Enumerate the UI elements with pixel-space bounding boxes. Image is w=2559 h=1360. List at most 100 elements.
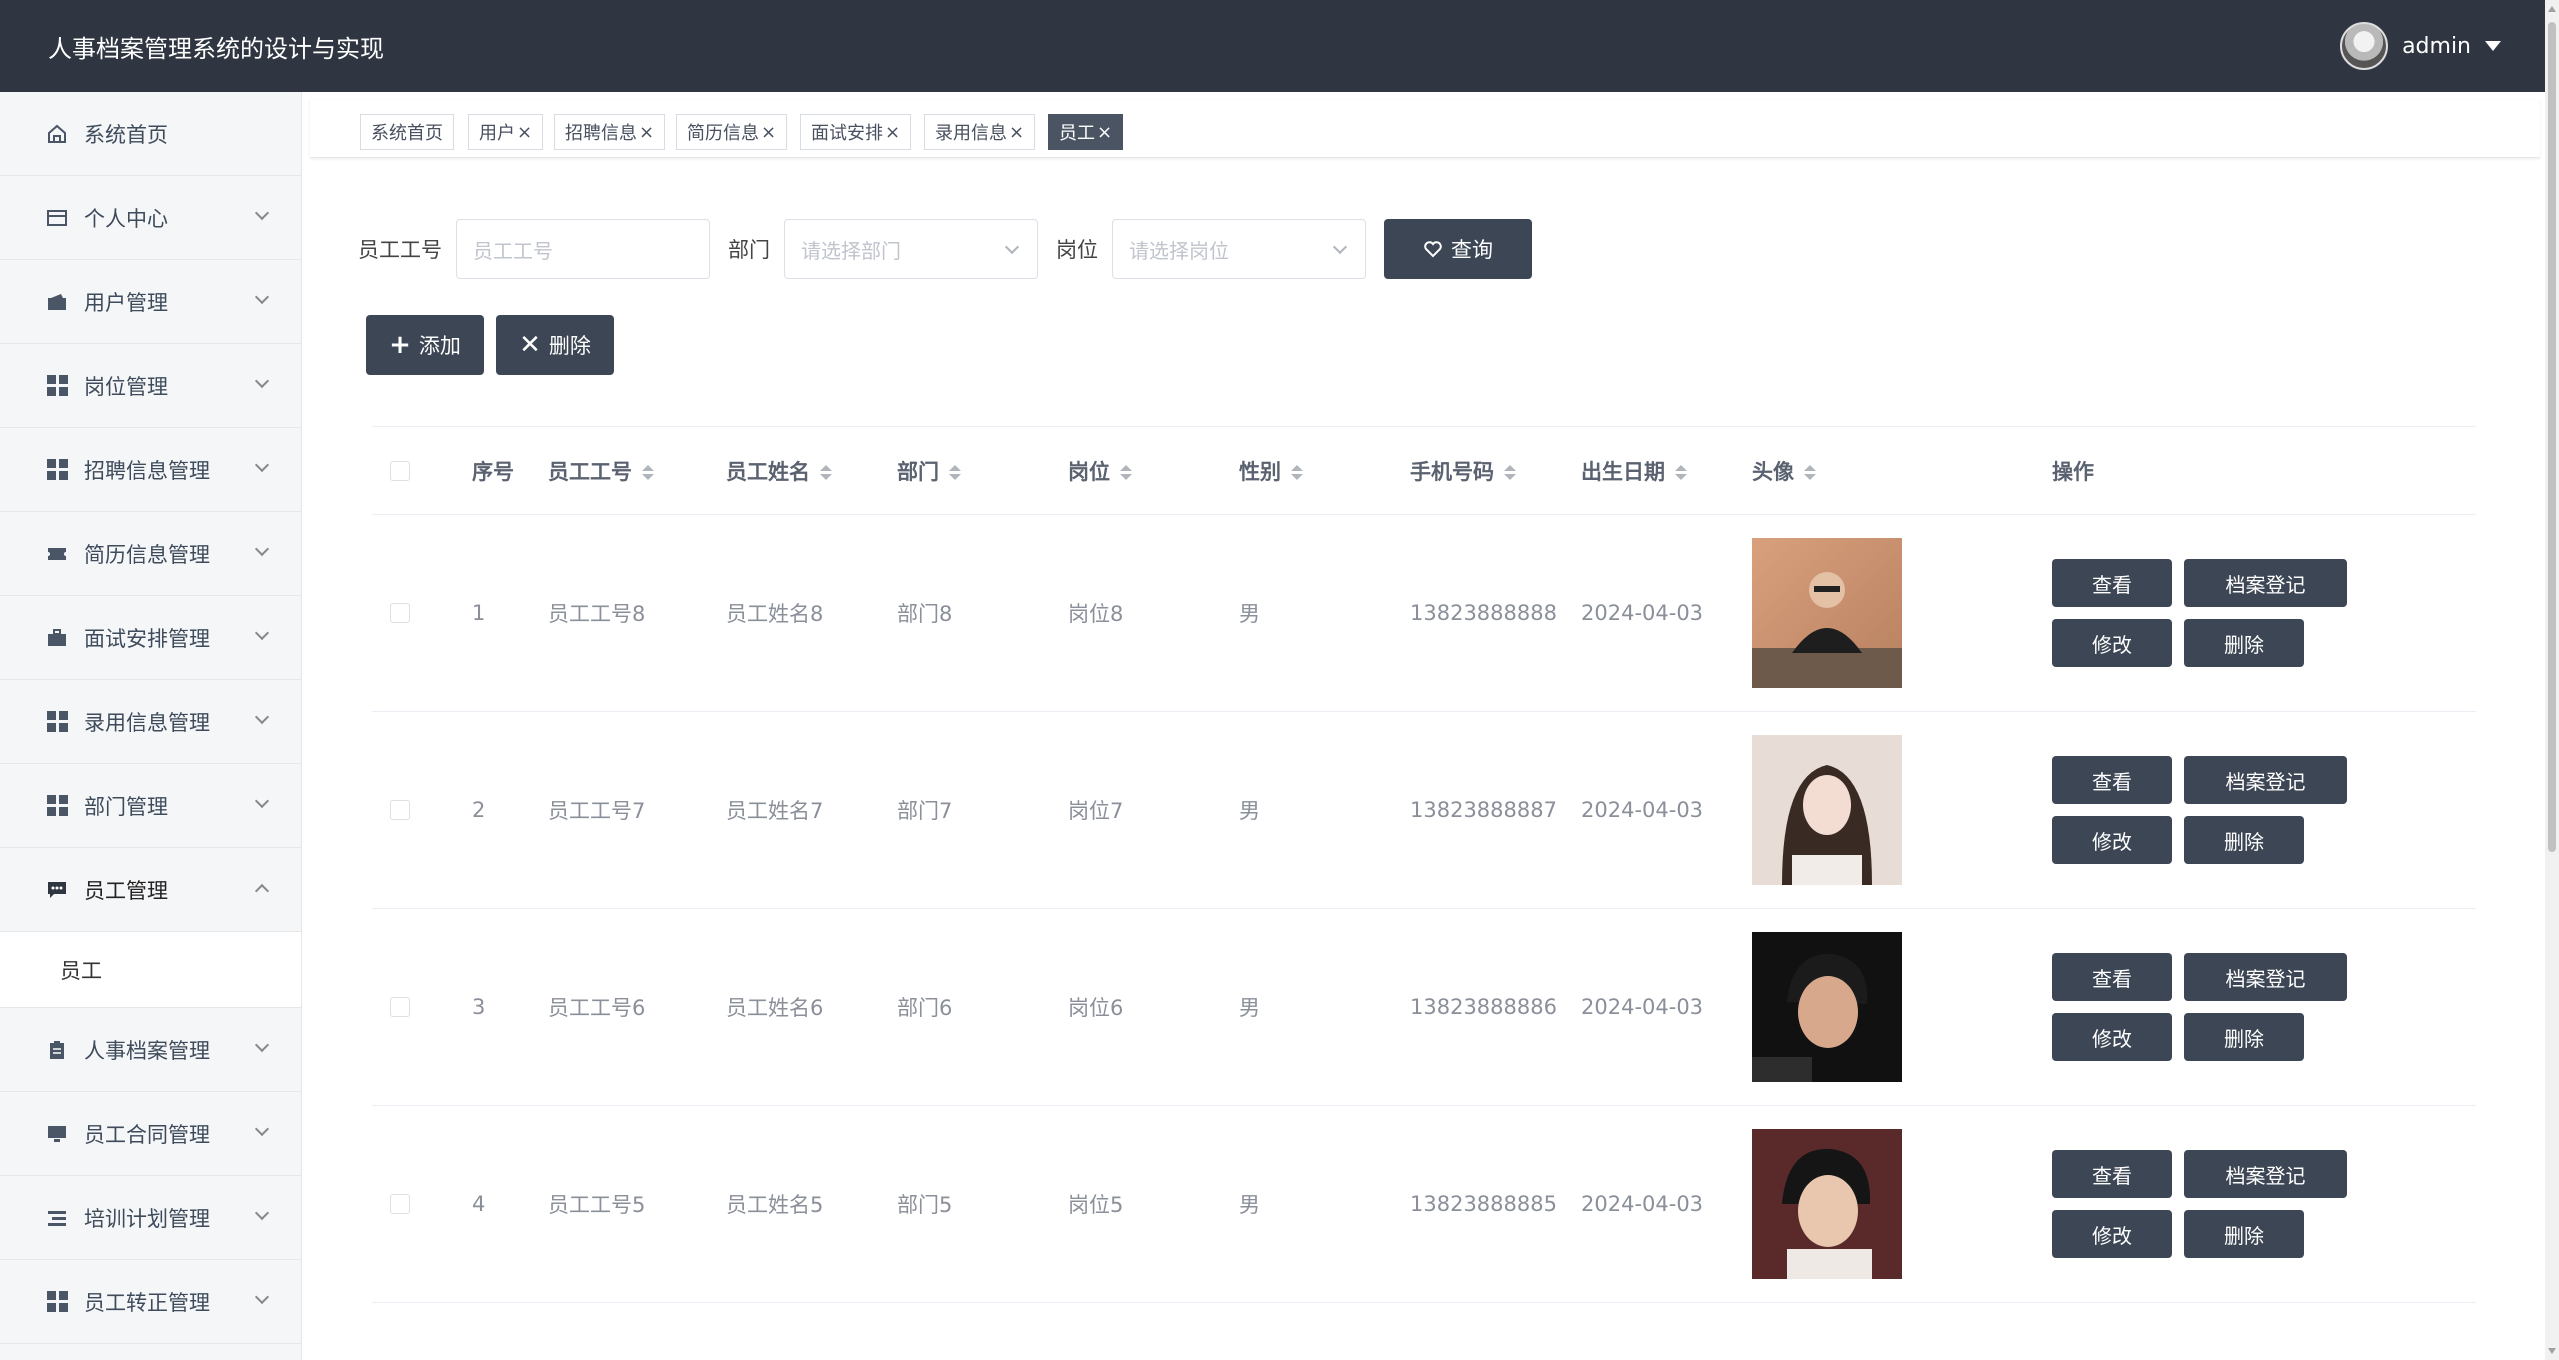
col-img[interactable]: 头像 [1752, 456, 2052, 486]
sidebar-item-departments[interactable]: 部门管理 [0, 764, 301, 848]
sidebar-subitem-employee[interactable]: 员工 [0, 932, 301, 1008]
col-name[interactable]: 员工姓名 [726, 456, 897, 486]
table-row: 3 员工工号6 员工姓名6 部门6 岗位6 男 13823888886 2024… [372, 909, 2476, 1106]
sidebar: 系统首页 个人中心 用户管理 岗位管理 招聘信息管理 简历信息管理 面试安排管理… [0, 92, 302, 1360]
user-avatar[interactable] [2340, 22, 2389, 70]
sidebar-item-resume[interactable]: 简历信息管理 [0, 512, 301, 596]
tab-hiring[interactable]: 录用信息 × [924, 114, 1036, 150]
close-icon[interactable]: × [517, 122, 532, 143]
archive-button[interactable]: 档案登记 [2184, 756, 2347, 804]
archive-button[interactable]: 档案登记 [2184, 559, 2347, 607]
dept-label: 部门 [728, 238, 770, 262]
delete-button[interactable]: 删除 [2184, 1210, 2304, 1258]
sort-icon[interactable] [642, 465, 654, 480]
scroll-down-arrow[interactable] [2548, 1348, 2556, 1354]
user-menu[interactable]: admin [2340, 22, 2501, 70]
sidebar-item-posts[interactable]: 岗位管理 [0, 344, 301, 428]
cell-name: 员工姓名6 [726, 996, 824, 1020]
col-no[interactable]: 员工工号 [548, 456, 726, 486]
row-checkbox[interactable] [390, 800, 410, 820]
delete-button[interactable]: 删除 [2184, 619, 2304, 667]
sidebar-item-users[interactable]: 用户管理 [0, 260, 301, 344]
delete-button[interactable]: 删除 [2184, 1013, 2304, 1061]
chevron-down-icon [254, 457, 270, 473]
sidebar-item-employees[interactable]: 员工管理 [0, 848, 301, 932]
close-icon[interactable]: × [639, 122, 654, 143]
caret-down-icon[interactable] [2485, 41, 2501, 51]
sidebar-item-label: 员工合同管理 [84, 1122, 210, 1147]
chevron-down-icon [1332, 239, 1348, 255]
col-label: 出生日期 [1581, 459, 1665, 484]
close-icon[interactable]: × [1097, 122, 1112, 143]
cell-post: 岗位5 [1068, 1193, 1124, 1217]
sort-icon[interactable] [1291, 465, 1303, 480]
search-form: 员工工号 员工工号 部门 请选择部门 岗位 请选择岗位 查询 [358, 218, 1532, 280]
col-post[interactable]: 岗位 [1068, 456, 1239, 486]
tab-resume[interactable]: 简历信息 × [676, 114, 788, 150]
sidebar-item-archives[interactable]: 人事档案管理 [0, 1008, 301, 1092]
post-select[interactable]: 请选择岗位 [1112, 219, 1366, 279]
add-button[interactable]: + 添加 [366, 315, 484, 375]
view-button[interactable]: 查看 [2052, 1150, 2172, 1198]
tab-interview[interactable]: 面试安排 × [800, 114, 912, 150]
edit-button[interactable]: 修改 [2052, 619, 2172, 667]
username[interactable]: admin [2402, 34, 2471, 59]
bulk-delete-button[interactable]: ✕ 删除 [496, 315, 614, 375]
edit-button[interactable]: 修改 [2052, 1210, 2172, 1258]
cell-idx: 2 [472, 798, 486, 822]
sidebar-item-training[interactable]: 培训计划管理 [0, 1176, 301, 1260]
archive-button[interactable]: 档案登记 [2184, 953, 2347, 1001]
tab-employee[interactable]: 员工 × [1048, 114, 1124, 150]
cell-phone: 13823888888 [1410, 601, 1557, 625]
cell-birth: 2024-04-03 [1581, 995, 1704, 1019]
view-button[interactable]: 查看 [2052, 953, 2172, 1001]
row-checkbox[interactable] [390, 603, 410, 623]
view-button[interactable]: 查看 [2052, 756, 2172, 804]
view-button[interactable]: 查看 [2052, 559, 2172, 607]
row-checkbox[interactable] [390, 997, 410, 1017]
scroll-up-arrow[interactable] [2548, 6, 2556, 12]
cell-phone: 13823888886 [1410, 995, 1557, 1019]
dept-select[interactable]: 请选择部门 [784, 219, 1038, 279]
sort-icon[interactable] [1504, 465, 1516, 480]
col-sex[interactable]: 性别 [1239, 456, 1410, 486]
clipboard-icon [46, 1039, 68, 1061]
sidebar-item-profile[interactable]: 个人中心 [0, 176, 301, 260]
sort-icon[interactable] [949, 465, 961, 480]
scroll-thumb[interactable] [2548, 22, 2556, 852]
close-icon[interactable]: × [885, 122, 900, 143]
sort-icon[interactable] [1675, 465, 1687, 480]
col-birth[interactable]: 出生日期 [1581, 456, 1752, 486]
cell-sex: 男 [1239, 996, 1260, 1020]
sidebar-item-home[interactable]: 系统首页 [0, 92, 301, 176]
tab-recruitment[interactable]: 招聘信息 × [554, 114, 666, 150]
tab-users[interactable]: 用户 × [468, 114, 544, 150]
col-phone[interactable]: 手机号码 [1410, 456, 1581, 486]
col-dept[interactable]: 部门 [897, 456, 1068, 486]
sidebar-item-interview[interactable]: 面试安排管理 [0, 596, 301, 680]
sidebar-item-contracts[interactable]: 员工合同管理 [0, 1092, 301, 1176]
close-icon[interactable]: × [1009, 122, 1024, 143]
chevron-down-icon [254, 289, 270, 305]
delete-button[interactable]: 删除 [2184, 816, 2304, 864]
select-all-checkbox[interactable] [390, 460, 410, 481]
tab-home[interactable]: 系统首页 [360, 114, 454, 150]
archive-button[interactable]: 档案登记 [2184, 1150, 2347, 1198]
employee-no-input[interactable]: 员工工号 [456, 219, 710, 279]
sort-icon[interactable] [820, 465, 832, 480]
sort-icon[interactable] [1804, 465, 1816, 480]
row-checkbox[interactable] [390, 1194, 410, 1214]
sort-icon[interactable] [1120, 465, 1132, 480]
sidebar-item-hiring[interactable]: 录用信息管理 [0, 680, 301, 764]
edit-button[interactable]: 修改 [2052, 816, 2172, 864]
sidebar-item-recruitment[interactable]: 招聘信息管理 [0, 428, 301, 512]
sidebar-item-label: 培训计划管理 [84, 1206, 210, 1231]
query-button[interactable]: 查询 [1384, 219, 1532, 279]
table-row: 2 员工工号7 员工姓名7 部门7 岗位7 男 13823888887 2024… [372, 712, 2476, 909]
chevron-down-icon [254, 1121, 270, 1137]
edit-button[interactable]: 修改 [2052, 1013, 2172, 1061]
employee-no-placeholder: 员工工号 [473, 238, 553, 263]
sidebar-item-regularization[interactable]: 员工转正管理 [0, 1260, 301, 1344]
page-scrollbar[interactable] [2545, 0, 2559, 1360]
close-icon[interactable]: × [761, 122, 776, 143]
